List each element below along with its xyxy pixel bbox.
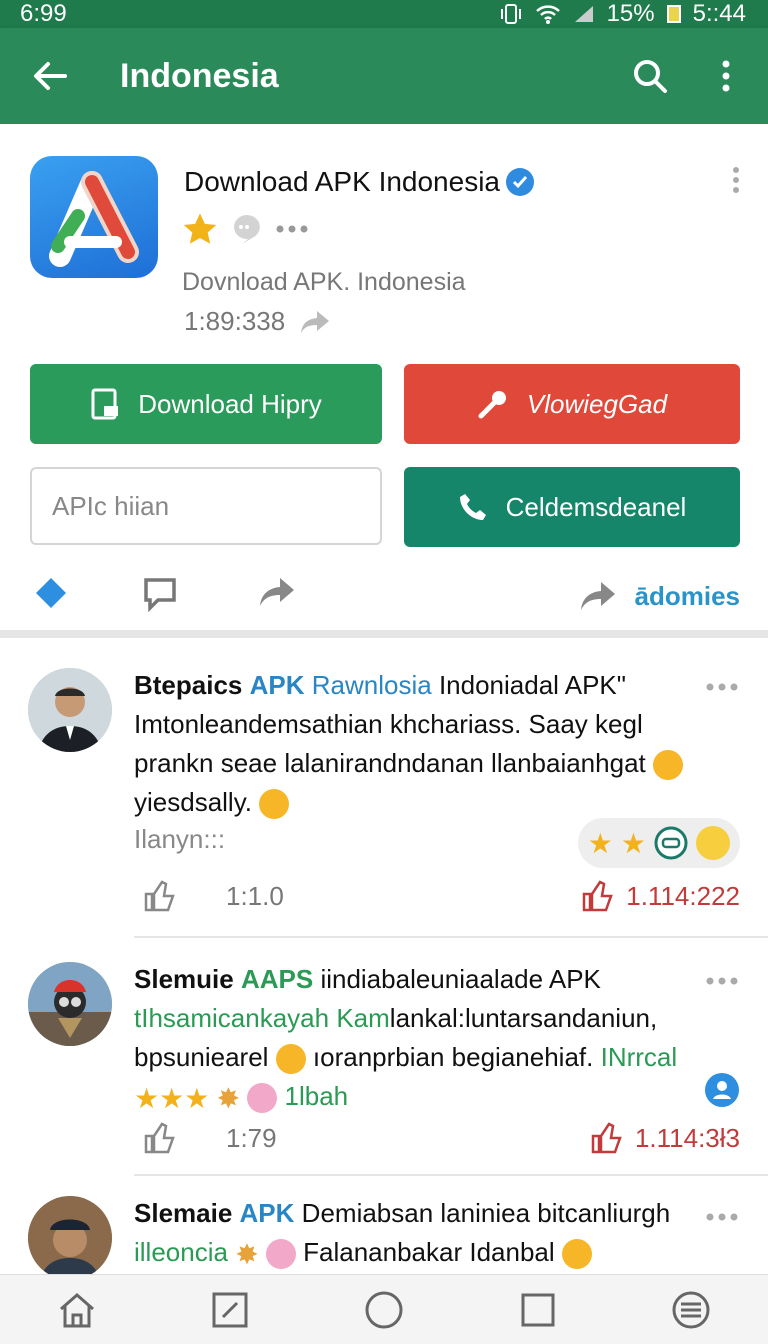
circle-home-icon[interactable] [359, 1285, 409, 1335]
app-download-count: 1:89:338 [184, 306, 331, 337]
avatar[interactable] [28, 1196, 112, 1274]
domies-link[interactable]: ādomies [579, 580, 740, 612]
more-horiz-icon[interactable] [276, 225, 308, 233]
comment-author[interactable]: Slemuie [134, 964, 234, 994]
vibrate-icon [500, 4, 521, 24]
like-button[interactable]: 1:1.0 [144, 880, 284, 912]
menu-circle-icon[interactable] [666, 1285, 716, 1335]
call-button[interactable]: Celdemsdeanel [404, 467, 740, 547]
laughing-emoji-icon [259, 789, 290, 820]
app-logo-icon [30, 156, 158, 278]
app-name: Download APK Indonesia [184, 166, 534, 198]
verified-badge-icon [506, 168, 534, 196]
divider [134, 1174, 768, 1176]
star-icon: ★ [587, 827, 613, 859]
laughing-emoji-icon [275, 1044, 306, 1075]
comment-tag: AAPS [240, 964, 314, 994]
status-bar: 6:99 15% 5::44 [0, 0, 768, 28]
forward-icon[interactable] [258, 576, 296, 613]
comment-item: Slemuie AAPS iindiabaleuniaalade APK tIh… [0, 940, 768, 1176]
thumbs-up-icon [144, 880, 175, 912]
robot-icon [654, 826, 688, 860]
avatar[interactable] [28, 668, 112, 752]
square-recents-icon[interactable] [513, 1285, 563, 1335]
thumbs-up-icon [144, 1122, 175, 1154]
dislike-button[interactable]: 1.114:3ł3 [591, 1122, 740, 1154]
user-badge-icon[interactable] [704, 1072, 740, 1113]
thumbs-down-icon [591, 1122, 622, 1154]
download-doc-icon [91, 388, 119, 420]
dislike-button[interactable]: 1.114:222 [582, 880, 740, 912]
card-more-icon[interactable] [732, 166, 740, 199]
app-bar: Indonesia [0, 28, 768, 124]
star-icon: ★ [159, 1082, 185, 1114]
wifi-icon [535, 5, 560, 24]
share-icon[interactable] [299, 309, 331, 335]
like-button[interactable]: 1:79 [144, 1122, 277, 1154]
status-time-right: 5::44 [692, 0, 746, 27]
sparkle-star-icon: ✸ [235, 1238, 259, 1270]
battery-percent: 15% [606, 0, 655, 27]
smile-emoji-icon [696, 826, 730, 860]
star-icon: ★ [134, 1082, 160, 1114]
comment-tag: APK [239, 1198, 295, 1228]
repost-icon[interactable] [142, 576, 180, 617]
card-action-row: ādomies [0, 572, 768, 616]
view-download-button[interactable]: VlowiegGad [404, 364, 740, 444]
comment-text: Slemaie APK Demiabsan laniniea bitcanliu… [134, 1194, 740, 1274]
search-input[interactable]: APIc hiian [30, 467, 382, 545]
star-icon: ★ [184, 1082, 210, 1114]
status-icons: 15% 5::44 [499, 0, 746, 28]
app-card: Download APK Indonesia Dovnload APK. Ind… [0, 124, 768, 638]
search-icon[interactable] [630, 56, 670, 96]
more-vert-icon[interactable] [706, 56, 746, 96]
laughing-emoji-icon [561, 1239, 592, 1270]
download-button[interactable]: Download Hipry [30, 364, 382, 444]
phone-icon [459, 494, 486, 520]
comment-text: Slemuie AAPS iindiabaleuniaalade APK tIh… [134, 960, 740, 1118]
comment-author[interactable]: Slemaie [134, 1198, 232, 1228]
status-time-left: 6:99 [20, 0, 67, 27]
laughing-emoji-icon [652, 750, 683, 781]
pink-flower-icon [265, 1239, 296, 1270]
page-title: Indonesia [120, 56, 279, 95]
comment-more-icon[interactable] [706, 1208, 738, 1226]
divider [134, 936, 768, 938]
comment-source[interactable]: Rawnlosia [312, 670, 432, 700]
back-arrow-icon[interactable] [30, 56, 70, 96]
comment-more-icon[interactable] [706, 972, 738, 990]
signal-icon [574, 6, 593, 22]
diamond-icon[interactable] [34, 576, 68, 615]
key-icon [478, 391, 506, 419]
reaction-pill[interactable]: ★ ★ [577, 818, 740, 868]
comment-sub: Ilanyn::: [134, 824, 226, 854]
comment-author[interactable]: Btepaics [134, 670, 242, 700]
home-icon[interactable] [52, 1285, 102, 1335]
forward-icon [580, 582, 615, 610]
comment-item: Btepaics APK Rawnlosia Indoniadal APK" I… [0, 646, 768, 938]
battery-icon [666, 5, 681, 23]
comment-tag: APK [249, 670, 305, 700]
chat-icon [234, 215, 260, 244]
app-subtitle: Dovnload APK. Indonesia [182, 268, 466, 296]
comment-more-icon[interactable] [706, 678, 738, 696]
comment-text: Btepaics APK Rawnlosia Indoniadal APK" I… [134, 666, 740, 822]
pink-flower-icon [247, 1083, 278, 1114]
star-icon: ★ [620, 827, 646, 859]
avatar[interactable] [28, 962, 112, 1046]
star-icon [183, 213, 217, 244]
sparkle-star-icon: ✸ [216, 1082, 241, 1114]
comment-item: Slemaie APK Demiabsan laniniea bitcanliu… [0, 1178, 768, 1274]
bottom-nav [0, 1274, 768, 1344]
edit-icon[interactable] [205, 1285, 255, 1335]
app-meta-row [182, 212, 308, 246]
thumbs-down-icon [583, 880, 614, 912]
